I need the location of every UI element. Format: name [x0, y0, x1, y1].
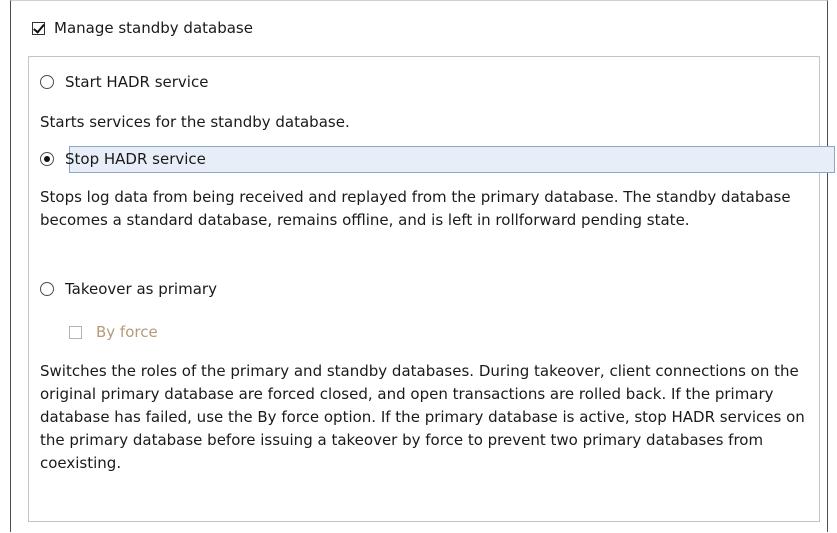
manage-standby-label[interactable]: Manage standby database	[54, 18, 253, 38]
takeover-option[interactable]: Takeover as primary	[40, 279, 217, 299]
stop-hadr-label[interactable]: Stop HADR service	[65, 149, 206, 169]
by-force-checkbox[interactable]	[69, 325, 82, 339]
start-hadr-label[interactable]: Start HADR service	[65, 72, 208, 92]
by-force-option[interactable]: By force	[69, 322, 158, 342]
stop-hadr-option[interactable]: Stop HADR service	[40, 149, 206, 169]
start-hadr-description: Starts services for the standby database…	[40, 113, 350, 131]
hadr-options-group: Start HADR service Starts services for t…	[28, 56, 835, 522]
start-hadr-radio[interactable]	[40, 75, 54, 89]
takeover-description: Switches the roles of the primary and st…	[40, 362, 805, 472]
takeover-label[interactable]: Takeover as primary	[65, 279, 217, 299]
manage-standby-panel: Manage standby database Start HADR servi…	[10, 0, 835, 532]
start-hadr-option[interactable]: Start HADR service	[40, 72, 208, 92]
manage-standby-checkbox-row[interactable]: Manage standby database	[32, 18, 253, 38]
by-force-label[interactable]: By force	[96, 322, 158, 342]
manage-standby-checkbox[interactable]	[32, 21, 45, 35]
stop-hadr-description: Stops log data from being received and r…	[40, 188, 791, 229]
takeover-radio[interactable]	[40, 282, 54, 296]
stop-hadr-radio[interactable]	[40, 152, 54, 166]
